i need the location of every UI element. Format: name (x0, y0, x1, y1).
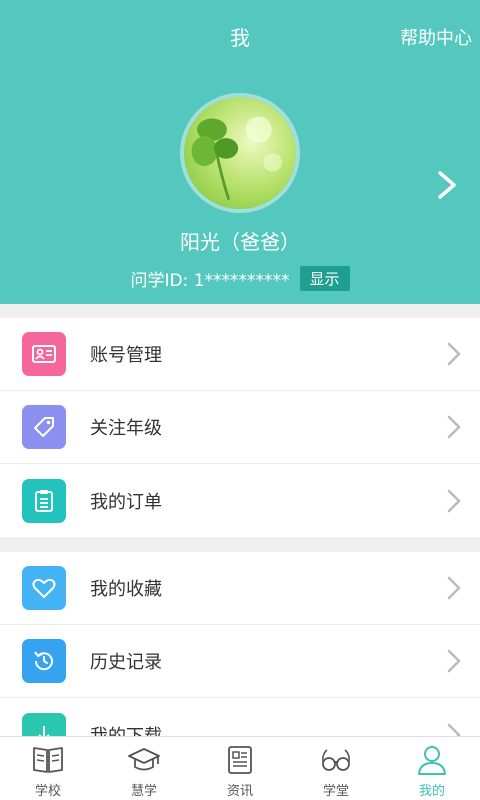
tab-label: 学堂 (322, 784, 349, 799)
avatar-clover-image (184, 97, 296, 209)
menu-item-label: 我的收藏 (90, 579, 162, 600)
menu-item-orders[interactable]: 我的订单 (0, 464, 480, 537)
clipboard-icon (22, 478, 66, 523)
tab-classroom[interactable]: 学堂 (288, 737, 384, 800)
show-id-button[interactable]: 显示 (299, 266, 350, 291)
glasses-icon (322, 749, 350, 771)
id-card-icon (22, 332, 66, 376)
news-icon (228, 746, 252, 774)
menu-item-history[interactable]: 历史记录 (0, 625, 480, 698)
user-id: 问学ID: 1********** (130, 271, 290, 291)
tab-me[interactable]: 我的 (384, 737, 480, 800)
tab-label: 学校 (34, 784, 61, 799)
chevron-right-icon (447, 576, 461, 600)
menu-item-label: 账号管理 (90, 345, 162, 366)
help-center-link[interactable]: 帮助中心 (400, 24, 472, 50)
chevron-right-icon[interactable] (436, 170, 458, 200)
menu-item-grade[interactable]: 关注年级 (0, 391, 480, 464)
chevron-right-icon (447, 649, 461, 673)
menu-item-account[interactable]: 账号管理 (0, 318, 480, 391)
chevron-right-icon (447, 342, 461, 366)
user-icon (418, 746, 446, 775)
tab-school[interactable]: 学校 (0, 737, 96, 800)
tab-news[interactable]: 资讯 (192, 737, 288, 800)
book-icon (33, 747, 63, 773)
tab-label: 慧学 (130, 784, 157, 799)
profile-header: 我 帮助中心 阳光（爸爸） 问学ID: 1********** 显示 (0, 0, 480, 304)
tab-learning[interactable]: 慧学 (96, 737, 192, 800)
menu-item-label: 我的订单 (90, 491, 162, 513)
graduation-cap-icon (128, 748, 160, 771)
menu-group-account: 账号管理 关注年级 我的订单 (0, 318, 480, 537)
chevron-right-icon (447, 415, 461, 439)
heart-icon (22, 566, 66, 610)
menu-item-label: 历史记录 (90, 652, 162, 673)
tab-label: 我的 (418, 784, 445, 799)
username: 阳光（爸爸） (180, 230, 300, 254)
tab-label: 资讯 (226, 784, 253, 799)
history-icon (22, 639, 66, 683)
user-id-row: 问学ID: 1********** 显示 (0, 266, 480, 291)
bottom-tab-bar: 学校 慧学 资讯 学堂 我的 (0, 736, 480, 800)
chevron-right-icon (447, 489, 461, 512)
menu-item-label: 关注年级 (90, 418, 162, 439)
avatar[interactable] (180, 93, 300, 213)
tag-icon (22, 405, 66, 449)
menu-item-favorites[interactable]: 我的收藏 (0, 552, 480, 625)
